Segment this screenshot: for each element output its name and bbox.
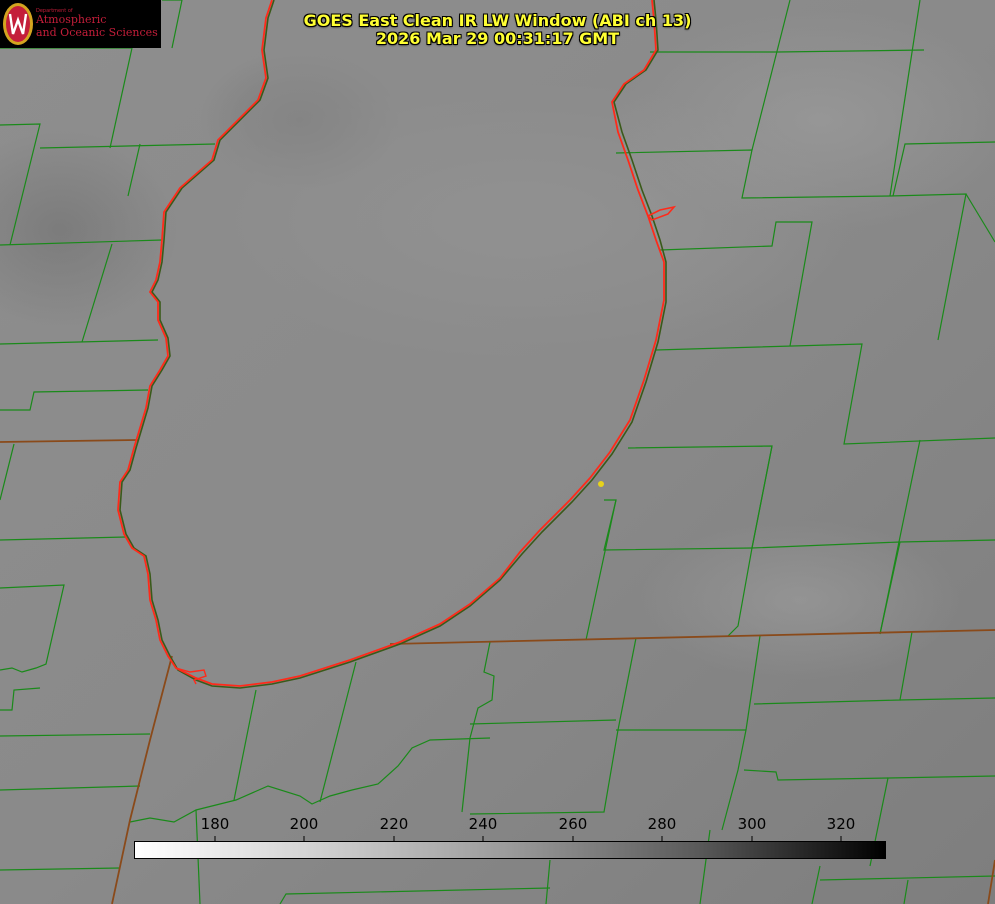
colorbar-tick-label: 300 <box>737 815 767 833</box>
cloud-band-light-south <box>640 520 960 680</box>
colorbar-tick-label: 260 <box>558 815 588 833</box>
timestamp: 2026 Mar 29 00:31:17 GMT <box>375 29 620 48</box>
map-canvas <box>0 0 995 904</box>
colorbar-tick-label: 220 <box>379 815 409 833</box>
colorbar-tick-label: 280 <box>647 815 677 833</box>
location-marker <box>598 481 604 487</box>
satellite-map: Department of Atmospheric and Oceanic Sc… <box>0 0 995 904</box>
temperature-colorbar <box>134 841 886 859</box>
colorbar-tick-label: 180 <box>200 815 230 833</box>
colorbar-tick-label: 200 <box>289 815 319 833</box>
colorbar-tick-label: 240 <box>468 815 498 833</box>
product-title: GOES East Clean IR LW Window (ABI ch 13) <box>303 11 692 30</box>
colorbar-tick-label: 320 <box>826 815 856 833</box>
